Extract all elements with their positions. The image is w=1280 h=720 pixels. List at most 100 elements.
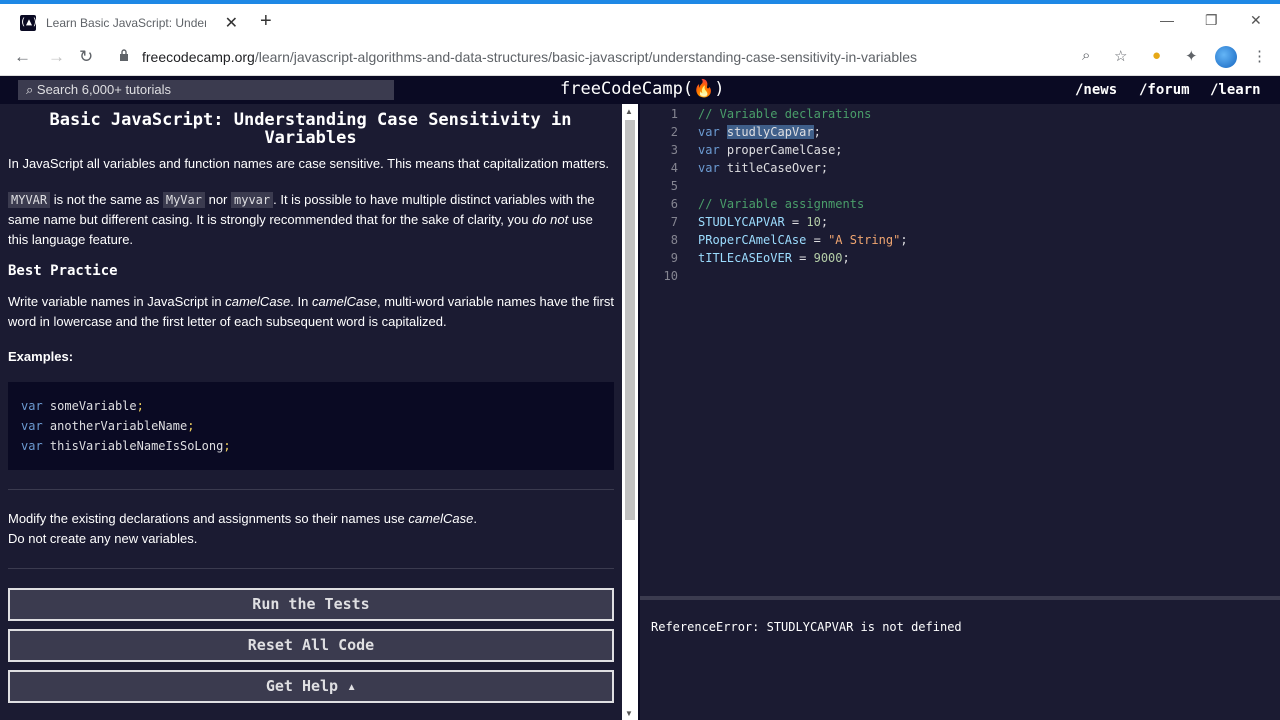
code-rest: ; <box>813 125 821 139</box>
assignment-target: PRoperCAmelCAse <box>698 233 807 247</box>
semicolon: ; <box>842 251 850 265</box>
keyword: var <box>698 161 720 175</box>
inline-code: MyVar <box>162 192 205 208</box>
number-literal: 10 <box>806 215 821 229</box>
line-text: var titleCaseOver; <box>698 159 828 177</box>
code-line: var someVariable; <box>21 396 601 416</box>
semicolon: ; <box>187 419 195 433</box>
reset-code-button[interactable]: Reset All Code <box>8 629 614 662</box>
scroll-up-icon[interactable]: ▲ <box>625 107 633 116</box>
nav-link-learn[interactable]: /learn <box>1210 82 1261 98</box>
operator: = <box>791 251 814 265</box>
code-rest: titleCaseOver; <box>726 161 829 175</box>
back-icon[interactable]: ← <box>14 47 31 67</box>
close-window-icon[interactable]: ✕ <box>1250 12 1262 29</box>
text: Modify the existing declarations and ass… <box>8 511 409 526</box>
string-literal: "A String" <box>828 233 901 247</box>
nav-link-forum[interactable]: /forum <box>1139 82 1190 98</box>
extension-icon[interactable]: ● <box>1152 47 1161 64</box>
selected-identifier: studlyCapVar <box>726 125 814 139</box>
run-tests-button[interactable]: Run the Tests <box>8 588 614 621</box>
fcc-navbar: ⌕ Search 6,000+ tutorials freeCodeCamp(🔥… <box>0 76 1280 104</box>
restore-icon[interactable]: ❐ <box>1205 12 1218 29</box>
identifier: someVariable <box>49 399 137 413</box>
lesson-intro: In JavaScript all variables and function… <box>8 156 609 171</box>
console-output: ReferenceError: STUDLYCAPVAR is not defi… <box>640 600 1280 720</box>
semicolon: ; <box>900 233 908 247</box>
new-tab-icon[interactable]: + <box>260 10 272 33</box>
line-number: 6 <box>670 197 678 211</box>
code-line: var anotherVariableName; <box>21 416 601 436</box>
line-number: 10 <box>663 269 678 283</box>
url-host: freecodecamp.org <box>142 49 255 65</box>
line-text: tITLEcASEoVER = 9000; <box>698 249 850 267</box>
avatar[interactable] <box>1215 46 1237 68</box>
emphasis: camelCase <box>408 511 474 526</box>
console-error-text: ReferenceError: STUDLYCAPVAR is not defi… <box>651 620 962 634</box>
examples-label: Examples: <box>8 349 74 364</box>
forward-icon[interactable]: → <box>48 47 65 67</box>
lesson-paragraph-3: Write variable names in JavaScript in ca… <box>8 292 614 332</box>
emphasis: do not <box>532 212 569 227</box>
minimize-icon[interactable]: — <box>1160 12 1174 28</box>
lesson-paragraph-2: MYVAR is not the same as MyVar nor myvar… <box>8 190 614 250</box>
scrollbar-thumb[interactable] <box>625 120 635 520</box>
puzzle-extensions-icon[interactable]: ✦ <box>1185 47 1198 65</box>
divider <box>8 568 614 569</box>
identifier: thisVariableNameIsSoLong <box>49 439 224 453</box>
reload-icon[interactable]: ↻ <box>79 47 93 67</box>
url-path: /learn/javascript-algorithms-and-data-st… <box>254 49 917 65</box>
comment: // Variable assignments <box>698 197 865 211</box>
fcc-page: ⌕ Search 6,000+ tutorials freeCodeCamp(🔥… <box>0 76 1280 720</box>
get-help-button[interactable]: Get Help ▴ <box>8 670 614 703</box>
identifier: anotherVariableName <box>49 419 188 433</box>
fcc-favicon-icon: (▲) <box>20 15 38 31</box>
close-tab-icon[interactable]: ✕ <box>225 13 238 33</box>
fcc-logo[interactable]: freeCodeCamp(🔥) <box>560 79 724 99</box>
line-text: var properCamelCase; <box>698 141 843 159</box>
line-number: 4 <box>670 161 678 175</box>
line-number: 2 <box>670 125 678 139</box>
lock-icon[interactable] <box>119 49 129 61</box>
divider <box>8 489 614 490</box>
search-icon[interactable]: ⌕ <box>1082 47 1090 64</box>
scroll-down-icon[interactable]: ▼ <box>625 709 633 718</box>
browser-tabbar: (▲) Learn Basic JavaScript: Understa ✕ +… <box>0 4 1280 38</box>
code-editor[interactable]: 1 // Variable declarations 2 var studlyCap… <box>640 104 1280 596</box>
emphasis: camelCase <box>225 294 291 309</box>
emphasis: camelCase <box>311 294 377 309</box>
bookmark-star-icon[interactable]: ☆ <box>1114 47 1127 65</box>
text: . In <box>290 294 312 309</box>
line-text: var studlyCapVar; <box>698 123 821 141</box>
assignment-target: STUDLYCAPVAR <box>698 215 785 229</box>
operator: = <box>784 215 807 229</box>
text: Write variable names in JavaScript in <box>8 294 226 309</box>
number-literal: 9000 <box>813 251 843 265</box>
line-number: 1 <box>670 107 678 121</box>
search-input[interactable]: ⌕ Search 6,000+ tutorials <box>18 80 394 100</box>
keyword: var <box>698 125 720 139</box>
comment: // Variable declarations <box>698 107 872 121</box>
text: . <box>473 511 477 526</box>
line-number: 7 <box>670 215 678 229</box>
menu-kebab-icon[interactable]: ⋮ <box>1252 47 1267 65</box>
keyword: var <box>21 399 43 413</box>
browser-tab[interactable]: (▲) Learn Basic JavaScript: Understa ✕ <box>10 8 248 38</box>
nav-link-news[interactable]: /news <box>1075 82 1117 98</box>
assignment-target: tITLEcASEoVER <box>698 251 792 265</box>
line-number: 5 <box>670 179 678 193</box>
line-number: 3 <box>670 143 678 157</box>
lesson-scrollbar[interactable]: ▲ ▼ <box>622 104 638 720</box>
text: Do not create any new variables. <box>8 531 198 546</box>
semicolon: ; <box>820 215 829 229</box>
inline-code: MYVAR <box>8 192 51 208</box>
text: nor <box>204 192 231 207</box>
search-icon: ⌕ <box>26 82 37 97</box>
tab-title: Learn Basic JavaScript: Understa <box>46 16 206 30</box>
code-line: var thisVariableNameIsSoLong; <box>21 436 601 456</box>
semicolon: ; <box>136 399 144 413</box>
line-text: STUDLYCAPVAR = 10; <box>698 213 828 231</box>
code-rest: properCamelCase; <box>726 143 843 157</box>
line-number: 9 <box>670 251 678 265</box>
url-field[interactable]: freecodecamp.org/learn/javascript-algori… <box>142 49 917 65</box>
